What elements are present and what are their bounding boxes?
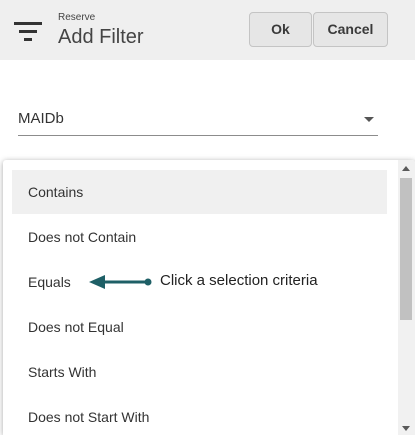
chevron-down-icon xyxy=(364,117,374,122)
cancel-button[interactable]: Cancel xyxy=(313,12,388,47)
option-contains[interactable]: Contains xyxy=(12,170,387,214)
option-does-not-equal[interactable]: Does not Equal xyxy=(12,305,387,349)
dialog-header: Reserve Add Filter Ok Cancel xyxy=(0,0,415,60)
option-does-not-contain[interactable]: Does not Contain xyxy=(12,215,387,259)
instruction-text: Click a selection criteria xyxy=(160,272,318,289)
filter-icon xyxy=(14,22,42,41)
scroll-down-icon[interactable] xyxy=(402,426,410,431)
option-starts-with[interactable]: Starts With xyxy=(12,350,387,394)
field-select[interactable]: MAIDb xyxy=(18,104,378,136)
dialog-title: Add Filter xyxy=(58,26,144,48)
instruction-callout: Click a selection criteria xyxy=(87,271,387,293)
option-does-not-start-with[interactable]: Does not Start With xyxy=(12,395,387,435)
field-select-value: MAIDb xyxy=(18,110,64,127)
add-filter-dialog: Reserve Add Filter Ok Cancel MAIDb Conta… xyxy=(0,0,415,435)
criteria-dropdown: Contains Does not Contain Equals Does no… xyxy=(3,160,415,435)
scrollbar-thumb[interactable] xyxy=(400,178,412,320)
arrow-left-icon xyxy=(89,275,152,289)
dialog-eyebrow: Reserve xyxy=(58,12,96,23)
ok-button[interactable]: Ok xyxy=(249,12,312,47)
dropdown-scrollbar[interactable] xyxy=(398,160,415,435)
scroll-up-icon[interactable] xyxy=(402,166,410,171)
